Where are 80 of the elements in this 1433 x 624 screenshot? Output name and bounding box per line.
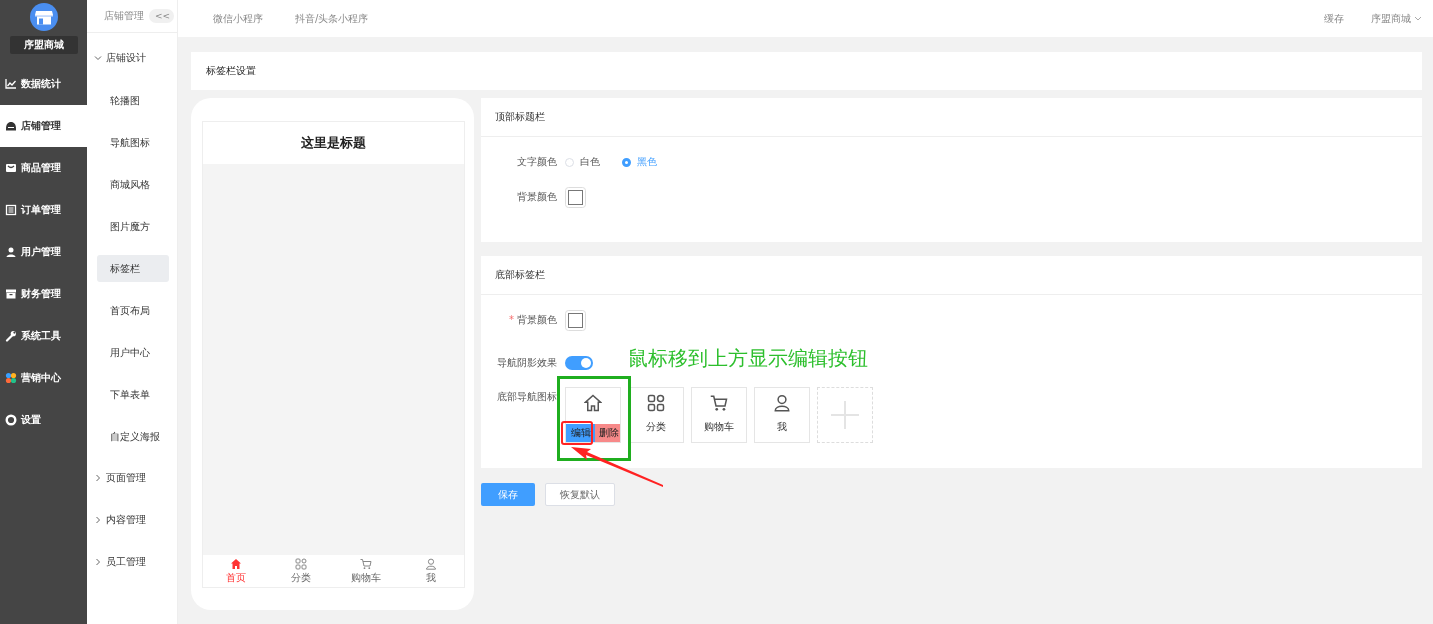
user-icon [5,246,17,258]
menu-item[interactable]: 下单表单 [97,380,169,408]
bag-icon [5,162,17,174]
chevron-down-icon [1414,15,1422,22]
sidebar-item[interactable]: 系统工具 [0,315,87,357]
form-label: 背景颜色 [517,314,557,325]
chevron-right-icon [94,558,102,566]
box-icon [5,288,17,300]
store-logo [29,3,58,31]
chevron-down-icon [94,54,102,62]
radio-option[interactable]: 白色 [565,155,600,169]
chevron-right-icon [94,474,102,482]
chart-icon [5,78,17,90]
tile-label: 我 [777,420,787,434]
store-name: 序盟商城 [9,36,78,54]
sidebar-item[interactable]: 用户管理 [0,231,87,273]
form-label: 导航阴影效果 [496,356,558,370]
nav-icon-tile[interactable]: 分类 [628,387,684,443]
sidebar-item[interactable]: 设置 [0,399,87,441]
plus-icon [830,400,860,430]
grid-icon [294,557,307,570]
tab-item[interactable]: 我 [398,555,464,587]
account-menu[interactable]: 序盟商城 [1371,11,1422,26]
platform-tab[interactable]: 抖音/头条小程序 [295,11,369,26]
toggle-switch[interactable] [565,356,593,370]
form-label: 背景颜色 [516,190,558,204]
list-icon [5,204,17,216]
home-icon [584,394,602,412]
pinwheel-icon [5,372,17,384]
chevron-right-icon [94,516,102,524]
cart-icon [710,394,728,412]
color-swatch [565,309,586,331]
menu-item[interactable]: 自定义海报 [97,422,169,450]
menu-item[interactable]: 图片魔方 [97,212,169,240]
required-mark: * [509,314,514,325]
sidebar-item[interactable]: 商品管理 [0,147,87,189]
annotation-text: 鼠标移到上方显示编辑按钮 [628,345,868,372]
nav-icon-tile[interactable]: 我 [754,387,810,443]
cache-link[interactable]: 缓存 [1324,11,1344,26]
tile-label: 分类 [646,420,666,434]
tile-label: 购物车 [704,420,734,434]
menu-group[interactable]: 内容管理 [87,499,177,541]
menu-item[interactable]: 标签栏 [97,254,169,282]
tab-item[interactable]: 分类 [268,555,334,587]
menu-item[interactable]: 导航图标 [97,128,169,156]
menu-item[interactable]: 首页布局 [97,296,169,324]
sidebar-item[interactable]: 营销中心 [0,357,87,399]
platform-tab[interactable]: 微信小程序 [213,11,263,26]
menu-group[interactable]: 店铺设计 [87,37,177,79]
home-icon [229,557,242,570]
subnav-title: 店铺管理 [104,9,144,23]
panel-title: 底部标签栏 [481,256,1422,295]
sidebar-item[interactable]: 店铺管理 [0,105,87,147]
tab-item[interactable]: 购物车 [333,555,399,587]
form-label: 文字颜色 [516,155,558,169]
gear-icon [5,414,17,426]
sidebar-item[interactable]: 订单管理 [0,189,87,231]
user-icon [773,394,791,412]
menu-item[interactable]: 用户中心 [97,338,169,366]
add-tile[interactable] [817,387,873,443]
wrench-icon [5,330,17,342]
section-title: 标签栏设置 [191,52,1422,90]
menu-group[interactable]: 员工管理 [87,541,177,583]
color-swatch [565,186,586,208]
delete-button[interactable]: 删除 [595,424,620,442]
menu-item[interactable]: 商城风格 [97,170,169,198]
grid-icon [647,394,665,412]
menu-item[interactable]: 轮播图 [97,86,169,114]
menu-group[interactable]: 页面管理 [87,457,177,499]
form-label: 底部导航图标 [496,390,558,404]
reset-button[interactable]: 恢复默认 [545,483,615,506]
user-icon [425,557,438,570]
cart-icon [360,557,373,570]
shop-icon [5,120,17,132]
nav-icon-tile[interactable]: 购物车 [691,387,747,443]
sidebar-item[interactable]: 数据统计 [0,63,87,105]
panel-title: 顶部标题栏 [481,98,1422,137]
sidebar-item[interactable]: 财务管理 [0,273,87,315]
tab-item[interactable]: 首页 [203,555,269,587]
edit-button[interactable]: 编辑 [566,424,595,442]
